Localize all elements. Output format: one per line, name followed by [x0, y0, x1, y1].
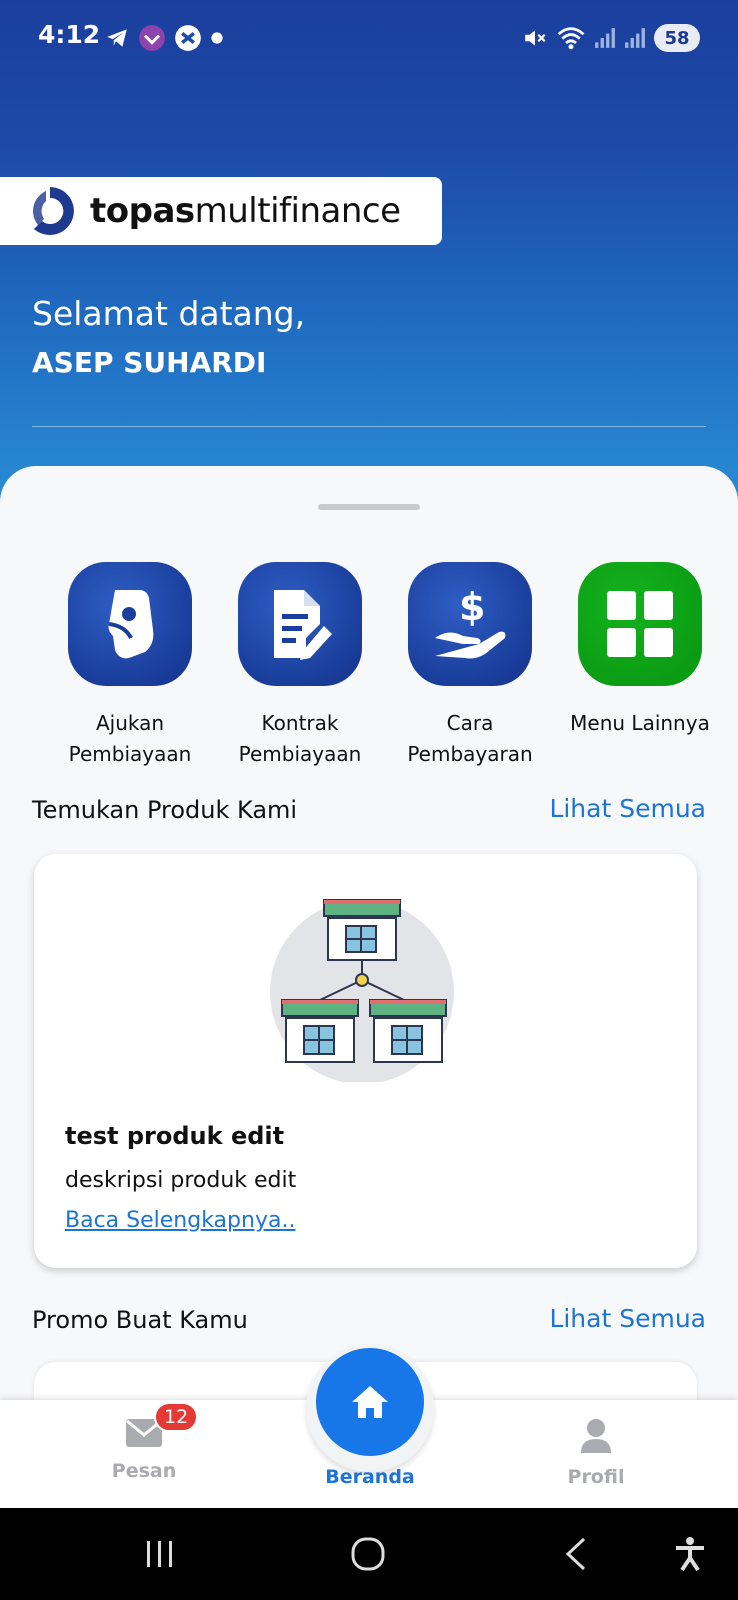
- promo-see-all-link[interactable]: Lihat Semua: [549, 1304, 706, 1333]
- menu-label: Menu Lainnya: [570, 711, 710, 735]
- product-card[interactable]: test produk edit deskripsi produk edit B…: [34, 854, 697, 1268]
- signal-icon: [625, 28, 645, 48]
- wifi-icon: [557, 27, 585, 50]
- menu-lainnya[interactable]: Menu Lainnya: [560, 562, 720, 739]
- welcome-text: Selamat datang,: [32, 294, 306, 333]
- home-icon: [352, 1386, 388, 1418]
- menu-label: Kontrak Pembiayaan: [238, 711, 362, 766]
- hand-money-icon: [68, 562, 192, 686]
- mute-icon: [525, 30, 546, 46]
- menu-cara-pembayaran[interactable]: $ Cara Pembayaran: [390, 562, 550, 770]
- document-edit-icon: [238, 562, 362, 686]
- nav-label-beranda: Beranda: [325, 1466, 415, 1488]
- status-time: 4:12: [38, 20, 101, 49]
- menu-kontrak-pembiayaan[interactable]: Kontrak Pembiayaan: [220, 562, 380, 770]
- dot-icon: [211, 32, 223, 44]
- back-icon[interactable]: [554, 1532, 598, 1576]
- app-icon: [139, 25, 165, 51]
- product-description: deskripsi produk edit: [65, 1168, 297, 1193]
- recents-icon[interactable]: [138, 1532, 182, 1576]
- home-circle-icon[interactable]: [346, 1532, 390, 1576]
- accessibility-icon[interactable]: [668, 1532, 712, 1576]
- drag-handle[interactable]: [318, 504, 420, 510]
- menu-ajukan-pembiayaan[interactable]: Ajukan Pembiayaan: [50, 562, 210, 770]
- dollar-hand-icon: $: [408, 562, 532, 686]
- product-name: test produk edit: [65, 1122, 285, 1150]
- menu-label: Cara Pembayaran: [407, 711, 533, 766]
- read-more-link[interactable]: Baca Selengkapnya..: [65, 1208, 295, 1233]
- header-divider: [32, 426, 706, 427]
- grid-icon: [578, 562, 702, 686]
- nav-beranda[interactable]: Beranda: [300, 1466, 440, 1488]
- products-section-title: Temukan Produk Kami: [32, 796, 298, 824]
- products-see-all-link[interactable]: Lihat Semua: [549, 794, 706, 823]
- logo-text: topasmultifinance: [90, 191, 401, 231]
- header: 4:12 58 topasmultifinance Selamat datang…: [0, 0, 738, 520]
- svg-text:$: $: [459, 585, 485, 629]
- nav-profil[interactable]: Profil: [526, 1418, 666, 1488]
- nav-label-pesan: Pesan: [111, 1460, 177, 1482]
- unread-badge: 12: [154, 1402, 199, 1432]
- person-icon: [581, 1419, 611, 1453]
- nav-label-profil: Profil: [567, 1466, 625, 1488]
- promo-section-title: Promo Buat Kamu: [32, 1306, 248, 1334]
- status-right-icons: 58: [522, 22, 700, 54]
- store-network-icon: [270, 899, 454, 1082]
- user-name: ASEP SUHARDI: [32, 346, 267, 379]
- menu-label: Ajukan Pembiayaan: [68, 711, 192, 766]
- battery-indicator: 58: [654, 24, 700, 52]
- topas-logo-icon: [33, 187, 74, 235]
- telegram-icon: [107, 29, 127, 47]
- xl-icon: [175, 25, 201, 51]
- brand-logo: topasmultifinance: [0, 177, 442, 245]
- status-bar: 4:12 58: [0, 0, 738, 76]
- home-button[interactable]: [316, 1348, 424, 1456]
- status-left-icons: [104, 22, 224, 54]
- signal-icon: [595, 28, 615, 48]
- system-nav-bar: [0, 1508, 738, 1600]
